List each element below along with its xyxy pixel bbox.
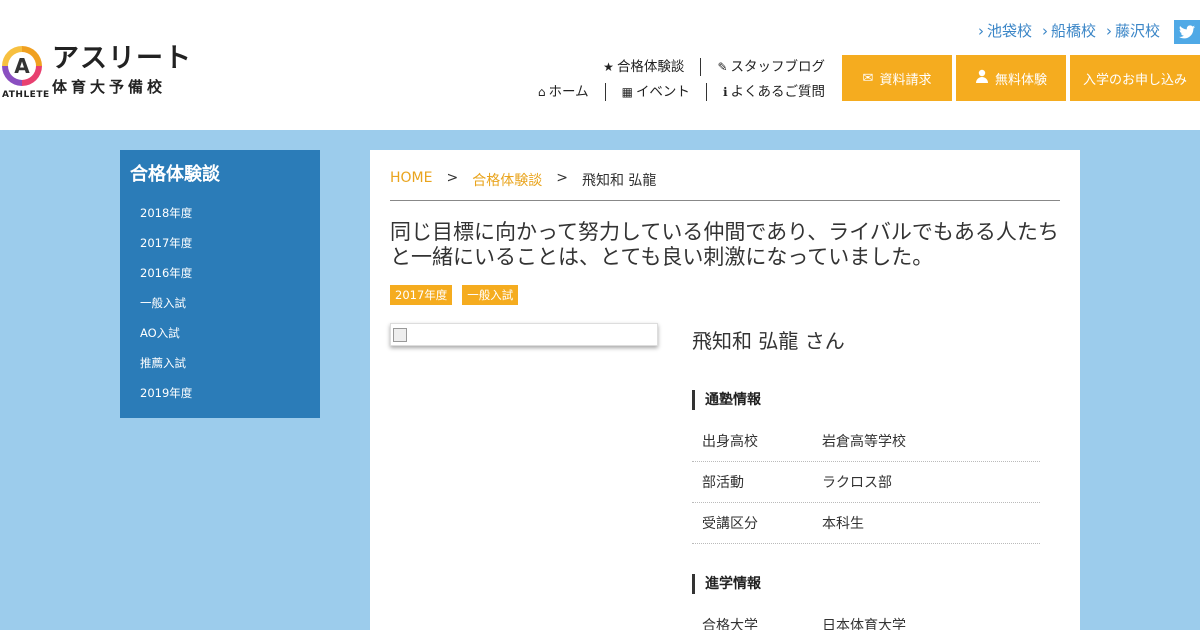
sidebar-item-2019[interactable]: 2019年度 (120, 378, 320, 408)
calendar-icon: ▦ (621, 85, 633, 99)
tag-list: 2017年度 一般入試 (390, 285, 519, 305)
main-content: HOME > 合格体験談 > 飛知和 弘龍 同じ目標に向かって努力している仲間で… (370, 150, 1080, 630)
school-link-fujisawa[interactable]: 藤沢校 (1106, 20, 1160, 41)
pencil-icon: ✎ (717, 60, 728, 74)
nav-item-events[interactable]: ▦ イベント (604, 83, 706, 101)
mail-icon: ✉ (862, 70, 874, 86)
sidebar: 合格体験談 2018年度 2017年度 2016年度 一般入試 AO入試 推薦入… (120, 150, 320, 418)
sidebar-item-2017[interactable]: 2017年度 (120, 228, 320, 258)
table-row: 合格大学 日本体育大学 (692, 605, 1040, 630)
sidebar-item-2016[interactable]: 2016年度 (120, 258, 320, 288)
logo-letter: A (8, 52, 36, 80)
breadcrumb-home[interactable]: HOME (390, 170, 432, 200)
row-value: 岩倉高等学校 (822, 434, 906, 450)
tag-exam-type[interactable]: 一般入試 (462, 285, 519, 305)
site-logo[interactable]: A ATHLETE アスリート 体育大予備校 (0, 44, 192, 100)
nav-item-home[interactable]: ⌂ ホーム (522, 83, 605, 101)
sidebar-list: 2018年度 2017年度 2016年度 一般入試 AO入試 推薦入試 2019… (120, 198, 320, 408)
student-name: 飛知和 弘龍 さん (692, 329, 845, 353)
free-trial-button[interactable]: 無料体験 (956, 55, 1066, 101)
nav-label: よくあるご質問 (730, 84, 826, 100)
row-key: 出身高校 (702, 434, 758, 450)
row-value: 本科生 (822, 516, 864, 532)
user-icon (975, 69, 989, 87)
twitter-icon[interactable] (1174, 20, 1200, 44)
row-value: ラクロス部 (822, 475, 892, 491)
row-key: 部活動 (702, 475, 744, 491)
nav-item-staff-blog[interactable]: ✎ スタッフブログ (700, 58, 825, 76)
school-link-funabashi[interactable]: 船橋校 (1042, 20, 1096, 41)
school-link-ikebukuro[interactable]: 池袋校 (978, 20, 1032, 41)
school-links: 池袋校 船橋校 藤沢校 (978, 20, 1160, 41)
nav-row-top: ★ 合格体験談 ✎ スタッフブログ (587, 58, 825, 76)
sidebar-item-recommendation-exam[interactable]: 推薦入試 (120, 348, 320, 378)
logo-mark: A ATHLETE (0, 44, 49, 100)
row-key: 受講区分 (702, 516, 758, 532)
cta-label: 無料体験 (994, 72, 1047, 88)
nav-label: イベント (635, 84, 690, 100)
school-info-heading: 通塾情報 (692, 390, 1042, 410)
breadcrumb-current: 飛知和 弘龍 (581, 173, 657, 189)
star-icon: ★ (603, 60, 614, 74)
sidebar-item-general-exam[interactable]: 一般入試 (120, 288, 320, 318)
request-materials-button[interactable]: ✉ 資料請求 (842, 55, 952, 101)
student-photo (390, 323, 658, 346)
nav-label: スタッフブログ (730, 59, 826, 75)
advance-info-heading: 進学情報 (692, 574, 1042, 594)
breadcrumb: HOME > 合格体験談 > 飛知和 弘龍 (390, 170, 1060, 201)
logo-text: アスリート 体育大予備校 (52, 44, 192, 97)
logo-main-text: アスリート (52, 43, 192, 74)
table-row: 受講区分 本科生 (692, 503, 1040, 544)
row-key: 合格大学 (702, 618, 758, 630)
tag-year[interactable]: 2017年度 (390, 285, 453, 305)
cta-label: 入学のお申し込み (1082, 72, 1187, 88)
info-icon: ℹ (722, 85, 728, 99)
logo-subtext: ATHLETE (2, 90, 50, 100)
site-header: A ATHLETE アスリート 体育大予備校 池袋校 船橋校 藤沢校 ★合格体験… (0, 0, 1200, 130)
breadcrumb-separator: > (446, 170, 459, 186)
nav-label: 合格体験談 (616, 59, 685, 75)
advance-info-table: 合格大学 日本体育大学 (692, 605, 1040, 630)
sidebar-item-2018[interactable]: 2018年度 (120, 198, 320, 228)
breadcrumb-separator: > (556, 170, 568, 186)
table-row: 出身高校 岩倉高等学校 (692, 421, 1040, 462)
sidebar-item-ao-exam[interactable]: AO入試 (120, 318, 320, 348)
cta-label: 資料請求 (879, 72, 932, 88)
row-value: 日本体育大学 (822, 618, 906, 630)
breadcrumb-category[interactable]: 合格体験談 (472, 170, 542, 200)
table-row: 部活動 ラクロス部 (692, 462, 1040, 503)
nav-item-success-stories[interactable]: ★ 合格体験談 (587, 58, 700, 76)
home-icon: ⌂ (537, 85, 546, 99)
school-info-table: 出身高校 岩倉高等学校 部活動 ラクロス部 受講区分 本科生 (692, 421, 1040, 544)
broken-image-icon (393, 328, 407, 342)
page-title: 同じ目標に向かって努力している仲間であり、ライバルでもある人たちと一緒にいること… (390, 220, 1059, 269)
nav-row-bottom: ⌂ ホーム ▦ イベント ℹ よくあるご質問 (522, 83, 825, 101)
nav-label: ホーム (548, 84, 589, 100)
logo-kanji-text: 体育大予備校 (52, 78, 167, 96)
nav-item-faq[interactable]: ℹ よくあるご質問 (705, 83, 826, 101)
sidebar-title: 合格体験談 (130, 164, 220, 185)
apply-button[interactable]: 入学のお申し込み (1070, 55, 1200, 101)
